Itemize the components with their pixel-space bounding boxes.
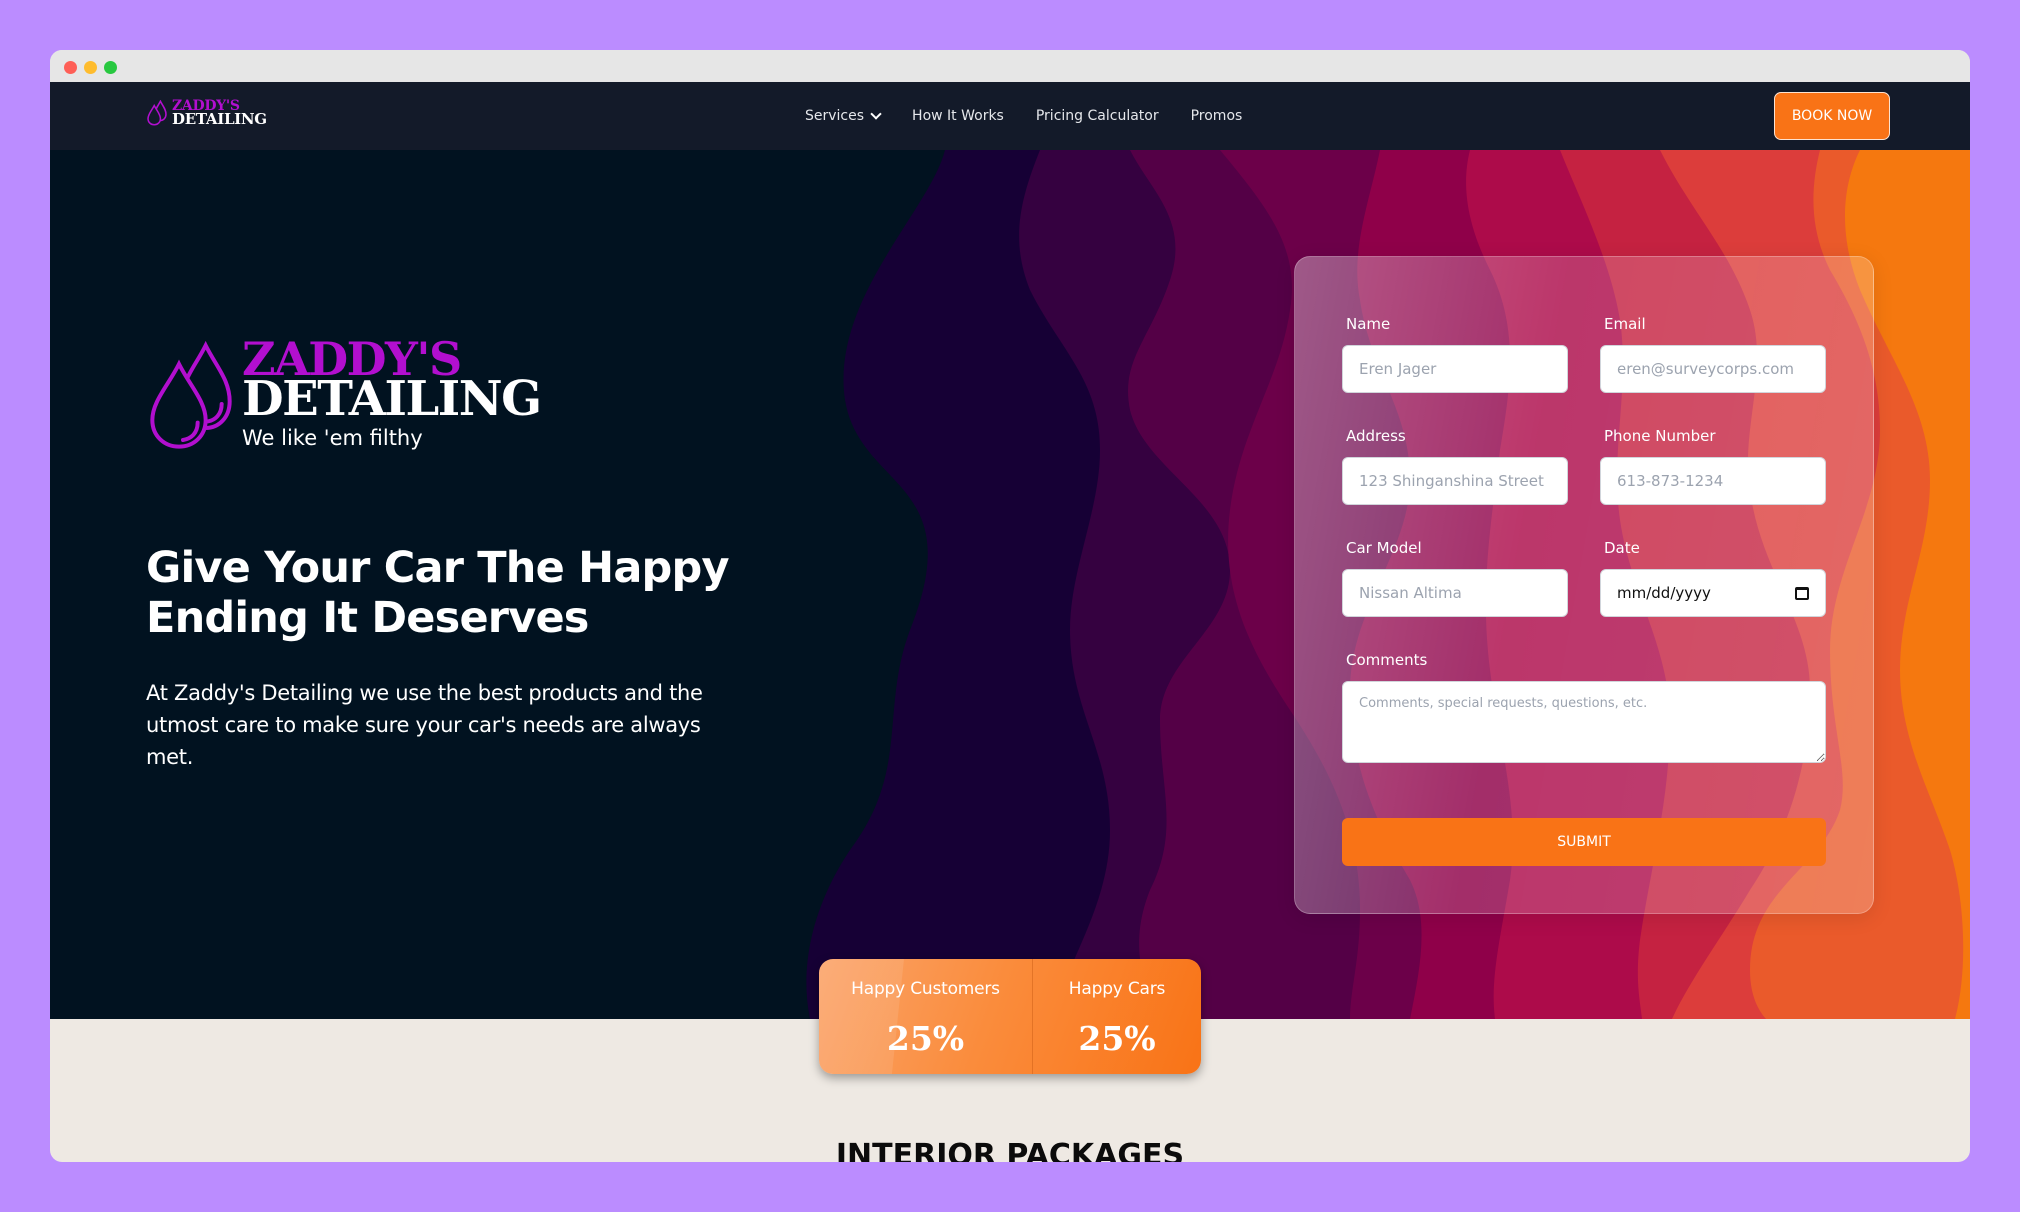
nav-links: Services How It Works Pricing Calculator…	[805, 82, 1242, 150]
hero-tagline: We like 'em filthy	[242, 426, 423, 450]
phone-input[interactable]	[1600, 457, 1826, 505]
logo-text-bottom: DETAILING	[172, 109, 267, 128]
nav-link-pricing-calculator[interactable]: Pricing Calculator	[1036, 108, 1159, 124]
email-field-group: Email	[1600, 315, 1826, 393]
interior-packages-heading: INTERIOR PACKAGES	[835, 1138, 1185, 1162]
nav-link-services-label: Services	[805, 108, 865, 124]
name-field-group: Name	[1342, 315, 1568, 393]
phone-label: Phone Number	[1604, 427, 1716, 445]
address-label: Address	[1346, 427, 1406, 445]
stat-label: Happy Customers	[851, 979, 1000, 999]
stats-card: Happy Customers 25% Happy Cars 25%	[819, 959, 1201, 1074]
hero-logo-text-bottom: DETAILING	[242, 371, 542, 427]
date-input[interactable]: mm/dd/yyyy	[1600, 569, 1826, 617]
car-model-field-group: Car Model	[1342, 539, 1568, 617]
browser-window: ZADDY'S DETAILING Services How It Works …	[50, 50, 1970, 1162]
phone-field-group: Phone Number	[1600, 427, 1826, 505]
close-window-button[interactable]	[64, 61, 77, 74]
hero-section: ZADDY'S DETAILING We like 'em filthy Giv…	[50, 150, 1970, 1019]
car-model-label: Car Model	[1346, 539, 1422, 557]
water-drops-icon	[150, 340, 232, 449]
book-now-button[interactable]: BOOK NOW	[1774, 92, 1890, 140]
window-titlebar	[50, 50, 1970, 82]
hero-title: Give Your Car The Happy Ending It Deserv…	[146, 543, 730, 643]
hero-description: At Zaddy's Detailing we use the best pro…	[146, 681, 703, 769]
comments-label: Comments	[1346, 651, 1428, 669]
date-label: Date	[1604, 539, 1640, 557]
chevron-down-icon	[870, 107, 882, 120]
address-field-group: Address	[1342, 427, 1568, 505]
minimize-window-button[interactable]	[84, 61, 97, 74]
water-drops-icon	[147, 100, 167, 126]
nav-link-how-it-works[interactable]: How It Works	[912, 108, 1004, 124]
stat-value: 25%	[1078, 1019, 1156, 1058]
calendar-icon[interactable]	[1795, 586, 1809, 600]
email-input[interactable]	[1600, 345, 1826, 393]
stat-label: Happy Cars	[1068, 979, 1166, 999]
maximize-window-button[interactable]	[104, 61, 117, 74]
booking-form: Name Email Address Phone Number Car Mode…	[1294, 256, 1874, 914]
address-input[interactable]	[1342, 457, 1568, 505]
car-model-input[interactable]	[1342, 569, 1568, 617]
top-navbar: ZADDY'S DETAILING Services How It Works …	[50, 82, 1970, 150]
stat-happy-cars: Happy Cars 25%	[1033, 959, 1201, 1074]
nav-link-services[interactable]: Services	[805, 107, 882, 124]
name-input[interactable]	[1342, 345, 1568, 393]
comments-field-group: Comments	[1342, 651, 1826, 768]
name-label: Name	[1346, 315, 1391, 333]
date-field-group: Date mm/dd/yyyy	[1600, 539, 1826, 617]
hero-logo: ZADDY'S DETAILING We like 'em filthy	[146, 336, 542, 452]
email-label: Email	[1604, 315, 1646, 333]
nav-logo[interactable]: ZADDY'S DETAILING	[146, 99, 267, 128]
date-input-value: mm/dd/yyyy	[1617, 584, 1711, 602]
stat-happy-customers: Happy Customers 25%	[819, 959, 1033, 1074]
comments-textarea[interactable]	[1342, 681, 1826, 763]
submit-button[interactable]: SUBMIT	[1342, 818, 1826, 866]
nav-link-promos[interactable]: Promos	[1191, 108, 1243, 124]
stat-value: 25%	[886, 1019, 965, 1058]
